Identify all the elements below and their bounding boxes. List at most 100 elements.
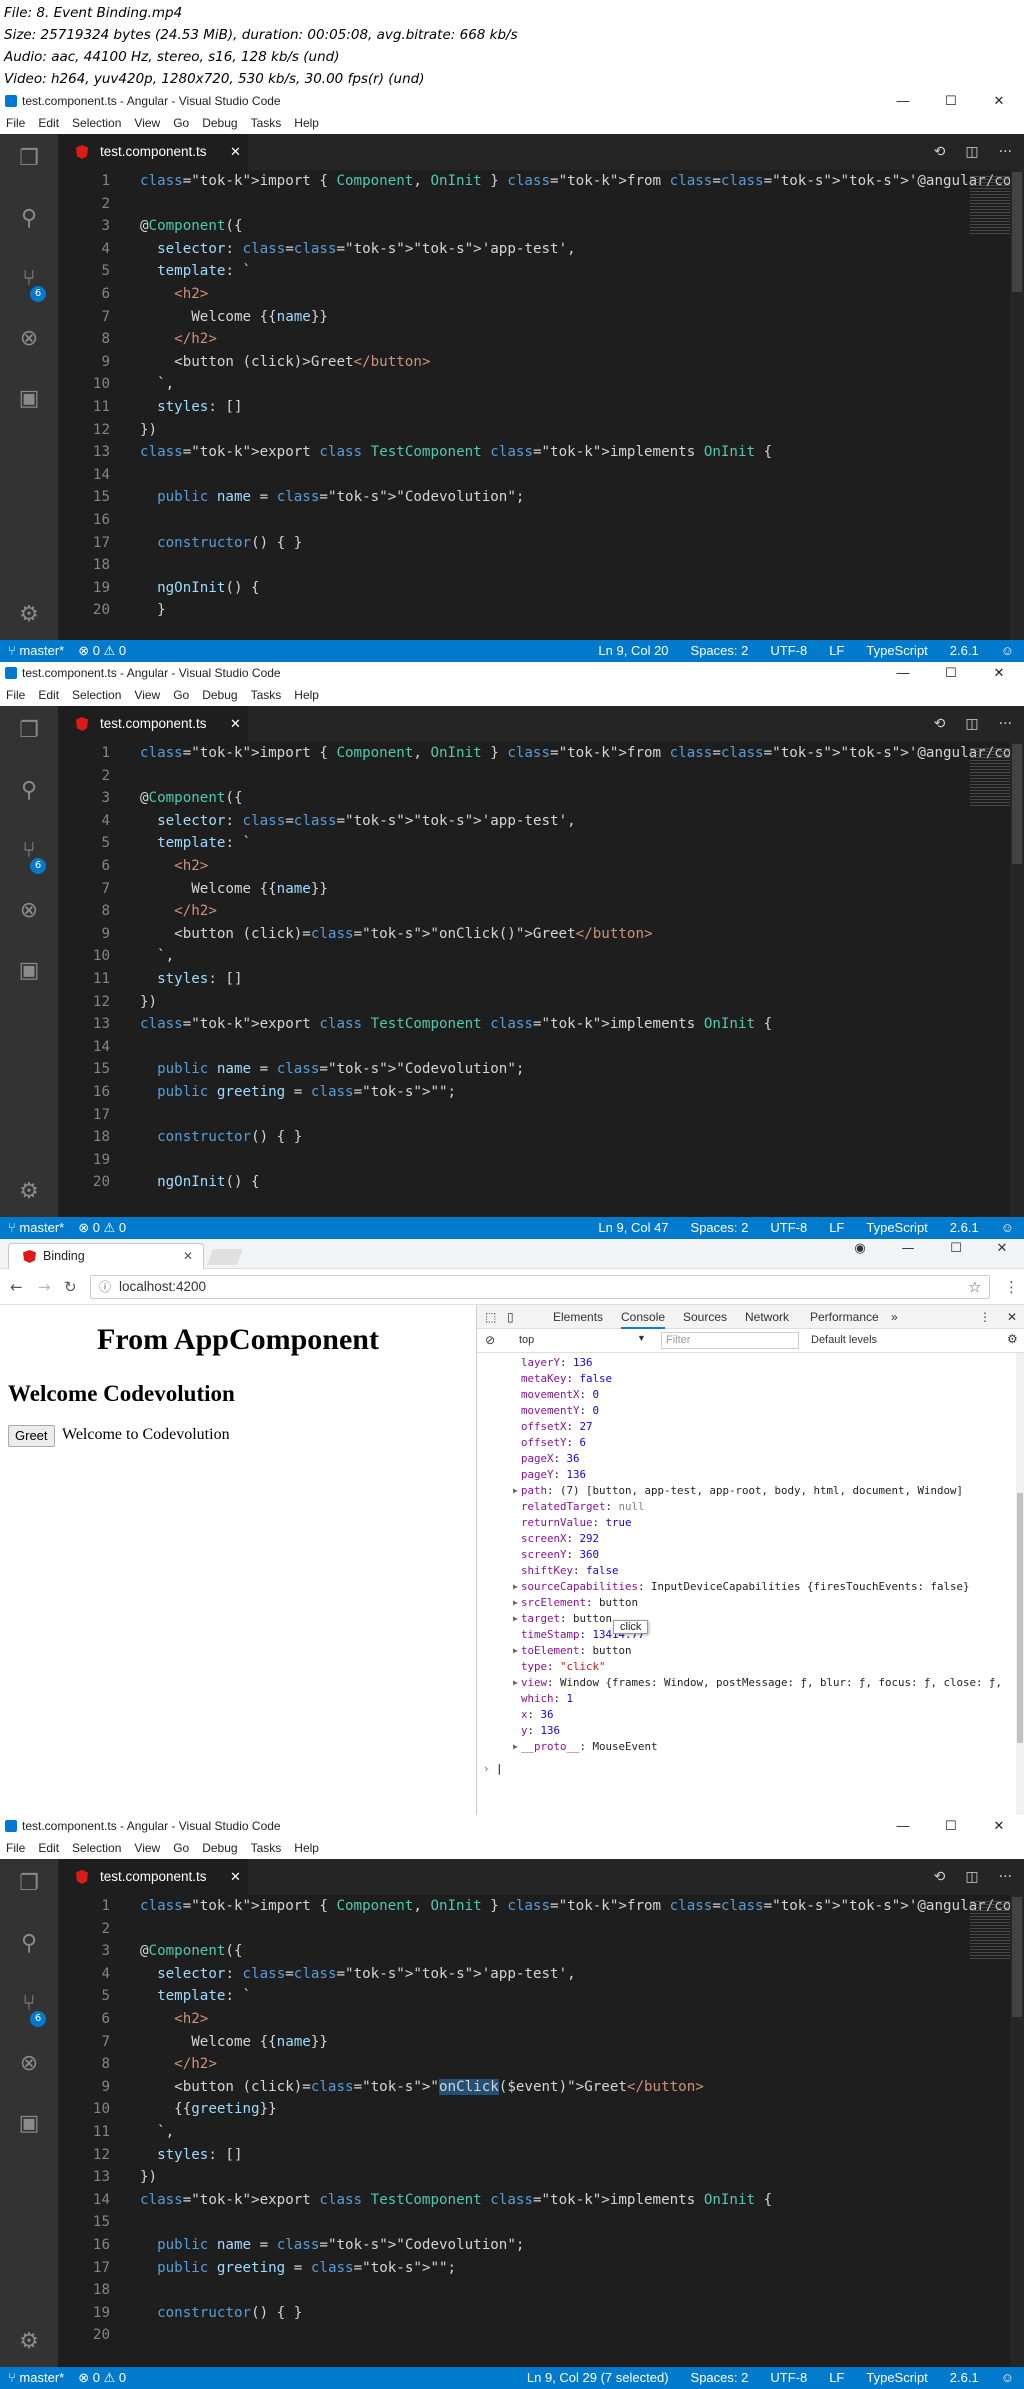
console-prompt[interactable]: › | bbox=[483, 1761, 503, 1777]
maximize-icon[interactable]: ☐ bbox=[932, 1815, 970, 1837]
menu-item[interactable]: View bbox=[134, 1837, 160, 1859]
info-icon[interactable]: ⓘ bbox=[99, 1276, 111, 1298]
forward-arrow-icon[interactable]: → bbox=[38, 1278, 51, 1296]
typescript-version[interactable]: 2.6.1 bbox=[950, 640, 979, 662]
debug-icon[interactable]: ⊗ bbox=[16, 898, 42, 924]
search-icon[interactable]: ⚲ bbox=[16, 778, 42, 804]
menu-item[interactable]: Edit bbox=[38, 112, 59, 134]
cursor-position[interactable]: Ln 9, Col 20 bbox=[598, 640, 668, 662]
menu-item[interactable]: Help bbox=[294, 112, 319, 134]
close-window-icon[interactable]: ✕ bbox=[980, 90, 1018, 112]
editor-scrollbar[interactable] bbox=[1010, 1895, 1024, 2367]
close-icon[interactable]: ✕ bbox=[230, 706, 241, 742]
minimap[interactable] bbox=[970, 176, 1010, 236]
explorer-icon[interactable]: ❐ bbox=[16, 718, 42, 744]
menu-item[interactable]: Tasks bbox=[251, 684, 282, 706]
menu-item[interactable]: File bbox=[6, 112, 25, 134]
tab-sources[interactable]: Sources bbox=[683, 1305, 727, 1329]
problems-count[interactable]: ⊗ 0 ⚠ 0 bbox=[78, 640, 126, 662]
typescript-version[interactable]: 2.6.1 bbox=[950, 2367, 979, 2389]
more-actions-icon[interactable]: ··· bbox=[999, 716, 1012, 732]
menu-dots-icon[interactable]: ⋮ bbox=[1004, 1278, 1019, 1296]
console-property-line[interactable]: ▶ __proto__: MouseEvent bbox=[513, 1739, 658, 1755]
expand-triangle-icon[interactable]: ▶ bbox=[513, 1579, 518, 1595]
menu-item[interactable]: Go bbox=[173, 1837, 189, 1859]
close-icon[interactable]: ✕ bbox=[230, 134, 241, 170]
code-editor[interactable]: 1 class="tok-k">import { Component, OnIni… bbox=[58, 742, 1024, 1217]
encoding[interactable]: UTF-8 bbox=[770, 1217, 807, 1239]
console-property-line[interactable]: ▶ target: button bbox=[513, 1611, 612, 1627]
minimize-icon[interactable]: — bbox=[884, 90, 922, 112]
language-mode[interactable]: TypeScript bbox=[866, 1217, 927, 1239]
chevron-down-icon[interactable]: ▼ bbox=[637, 1333, 646, 1343]
clear-console-icon[interactable]: ⊘ bbox=[485, 1333, 495, 1347]
code-editor[interactable]: 1 class="tok-k">import { Component, OnIni… bbox=[58, 170, 1024, 640]
cursor-position[interactable]: Ln 9, Col 47 bbox=[598, 1217, 668, 1239]
feedback-icon[interactable]: ☺ bbox=[1001, 640, 1014, 662]
menu-item[interactable]: Selection bbox=[72, 112, 121, 134]
gear-icon[interactable]: ⚙ bbox=[1007, 1332, 1018, 1346]
menu-dots-icon[interactable]: ⋮ bbox=[979, 1305, 991, 1329]
menu-item[interactable]: Debug bbox=[202, 1837, 237, 1859]
git-branch[interactable]: ⑂ master* bbox=[8, 2367, 64, 2389]
minimize-icon[interactable]: — bbox=[884, 662, 922, 684]
gear-icon[interactable]: ⚙ bbox=[16, 1179, 42, 1205]
menu-item[interactable]: Help bbox=[294, 1837, 319, 1859]
git-branch[interactable]: ⑂ master* bbox=[8, 640, 64, 662]
problems-count[interactable]: ⊗ 0 ⚠ 0 bbox=[78, 1217, 126, 1239]
menu-item[interactable]: View bbox=[134, 684, 160, 706]
reload-icon[interactable]: ↻ bbox=[64, 1278, 77, 1296]
console-property-line[interactable]: ▶ path: (7) [button, app-test, app-root, … bbox=[513, 1483, 963, 1499]
debug-icon[interactable]: ⊗ bbox=[16, 2051, 42, 2077]
log-levels-dropdown[interactable]: Default levels bbox=[811, 1334, 877, 1346]
console-property-line[interactable]: ▶ view: Window {frames: Window, postMessa… bbox=[513, 1675, 1002, 1691]
tab-network[interactable]: Network bbox=[745, 1305, 789, 1329]
menu-item[interactable]: Debug bbox=[202, 684, 237, 706]
line-ending[interactable]: LF bbox=[829, 1217, 844, 1239]
typescript-version[interactable]: 2.6.1 bbox=[950, 1217, 979, 1239]
search-icon[interactable]: ⚲ bbox=[16, 206, 42, 232]
close-window-icon[interactable]: ✕ bbox=[980, 1815, 1018, 1837]
menu-item[interactable]: Selection bbox=[72, 1837, 121, 1859]
editor-tab[interactable]: test.component.ts ✕ bbox=[58, 706, 248, 742]
console-property-line[interactable]: ▶ toElement: button bbox=[513, 1643, 632, 1659]
explorer-icon[interactable]: ❐ bbox=[16, 1871, 42, 1897]
more-actions-icon[interactable]: ··· bbox=[999, 1869, 1012, 1885]
feedback-icon[interactable]: ☺ bbox=[1001, 2367, 1014, 2389]
device-toolbar-icon[interactable]: ▯ bbox=[507, 1305, 514, 1329]
editor-tab[interactable]: test.component.ts ✕ bbox=[58, 134, 248, 170]
menu-item[interactable]: Help bbox=[294, 684, 319, 706]
back-arrow-icon[interactable]: ← bbox=[10, 1278, 23, 1296]
code-editor[interactable]: 1 class="tok-k">import { Component, OnIni… bbox=[58, 1895, 1024, 2367]
language-mode[interactable]: TypeScript bbox=[866, 2367, 927, 2389]
open-changes-icon[interactable]: ⟲ bbox=[934, 716, 946, 732]
more-actions-icon[interactable]: ··· bbox=[999, 144, 1012, 160]
minimap[interactable] bbox=[970, 748, 1010, 808]
editor-scrollbar[interactable] bbox=[1010, 742, 1024, 1217]
menu-item[interactable]: Debug bbox=[202, 112, 237, 134]
expand-triangle-icon[interactable]: ▶ bbox=[513, 1675, 518, 1691]
feedback-icon[interactable]: ☺ bbox=[1001, 1217, 1014, 1239]
expand-triangle-icon[interactable]: ▶ bbox=[513, 1643, 518, 1659]
git-branch[interactable]: ⑂ master* bbox=[8, 1217, 64, 1239]
console-filter-input[interactable]: Filter bbox=[661, 1332, 799, 1349]
debug-icon[interactable]: ⊗ bbox=[16, 326, 42, 352]
line-ending[interactable]: LF bbox=[829, 2367, 844, 2389]
maximize-icon[interactable]: ☐ bbox=[932, 90, 970, 112]
menu-item[interactable]: Edit bbox=[38, 1837, 59, 1859]
search-icon[interactable]: ⚲ bbox=[16, 1931, 42, 1957]
close-window-icon[interactable]: ✕ bbox=[984, 1241, 1020, 1256]
minimize-icon[interactable]: — bbox=[890, 1241, 926, 1256]
tab-elements[interactable]: Elements bbox=[553, 1305, 603, 1329]
menu-item[interactable]: File bbox=[6, 684, 25, 706]
close-window-icon[interactable]: ✕ bbox=[980, 662, 1018, 684]
star-icon[interactable]: ☆ bbox=[968, 1278, 981, 1296]
indentation[interactable]: Spaces: 2 bbox=[691, 640, 749, 662]
maximize-icon[interactable]: ☐ bbox=[938, 1241, 974, 1256]
console-property-line[interactable]: ▶ srcElement: button bbox=[513, 1595, 638, 1611]
tab-performance[interactable]: Performance bbox=[810, 1305, 879, 1329]
extensions-icon[interactable]: ▣ bbox=[16, 958, 42, 984]
editor-tab[interactable]: test.component.ts ✕ bbox=[58, 1859, 248, 1895]
menu-item[interactable]: View bbox=[134, 112, 160, 134]
open-changes-icon[interactable]: ⟲ bbox=[934, 144, 946, 160]
